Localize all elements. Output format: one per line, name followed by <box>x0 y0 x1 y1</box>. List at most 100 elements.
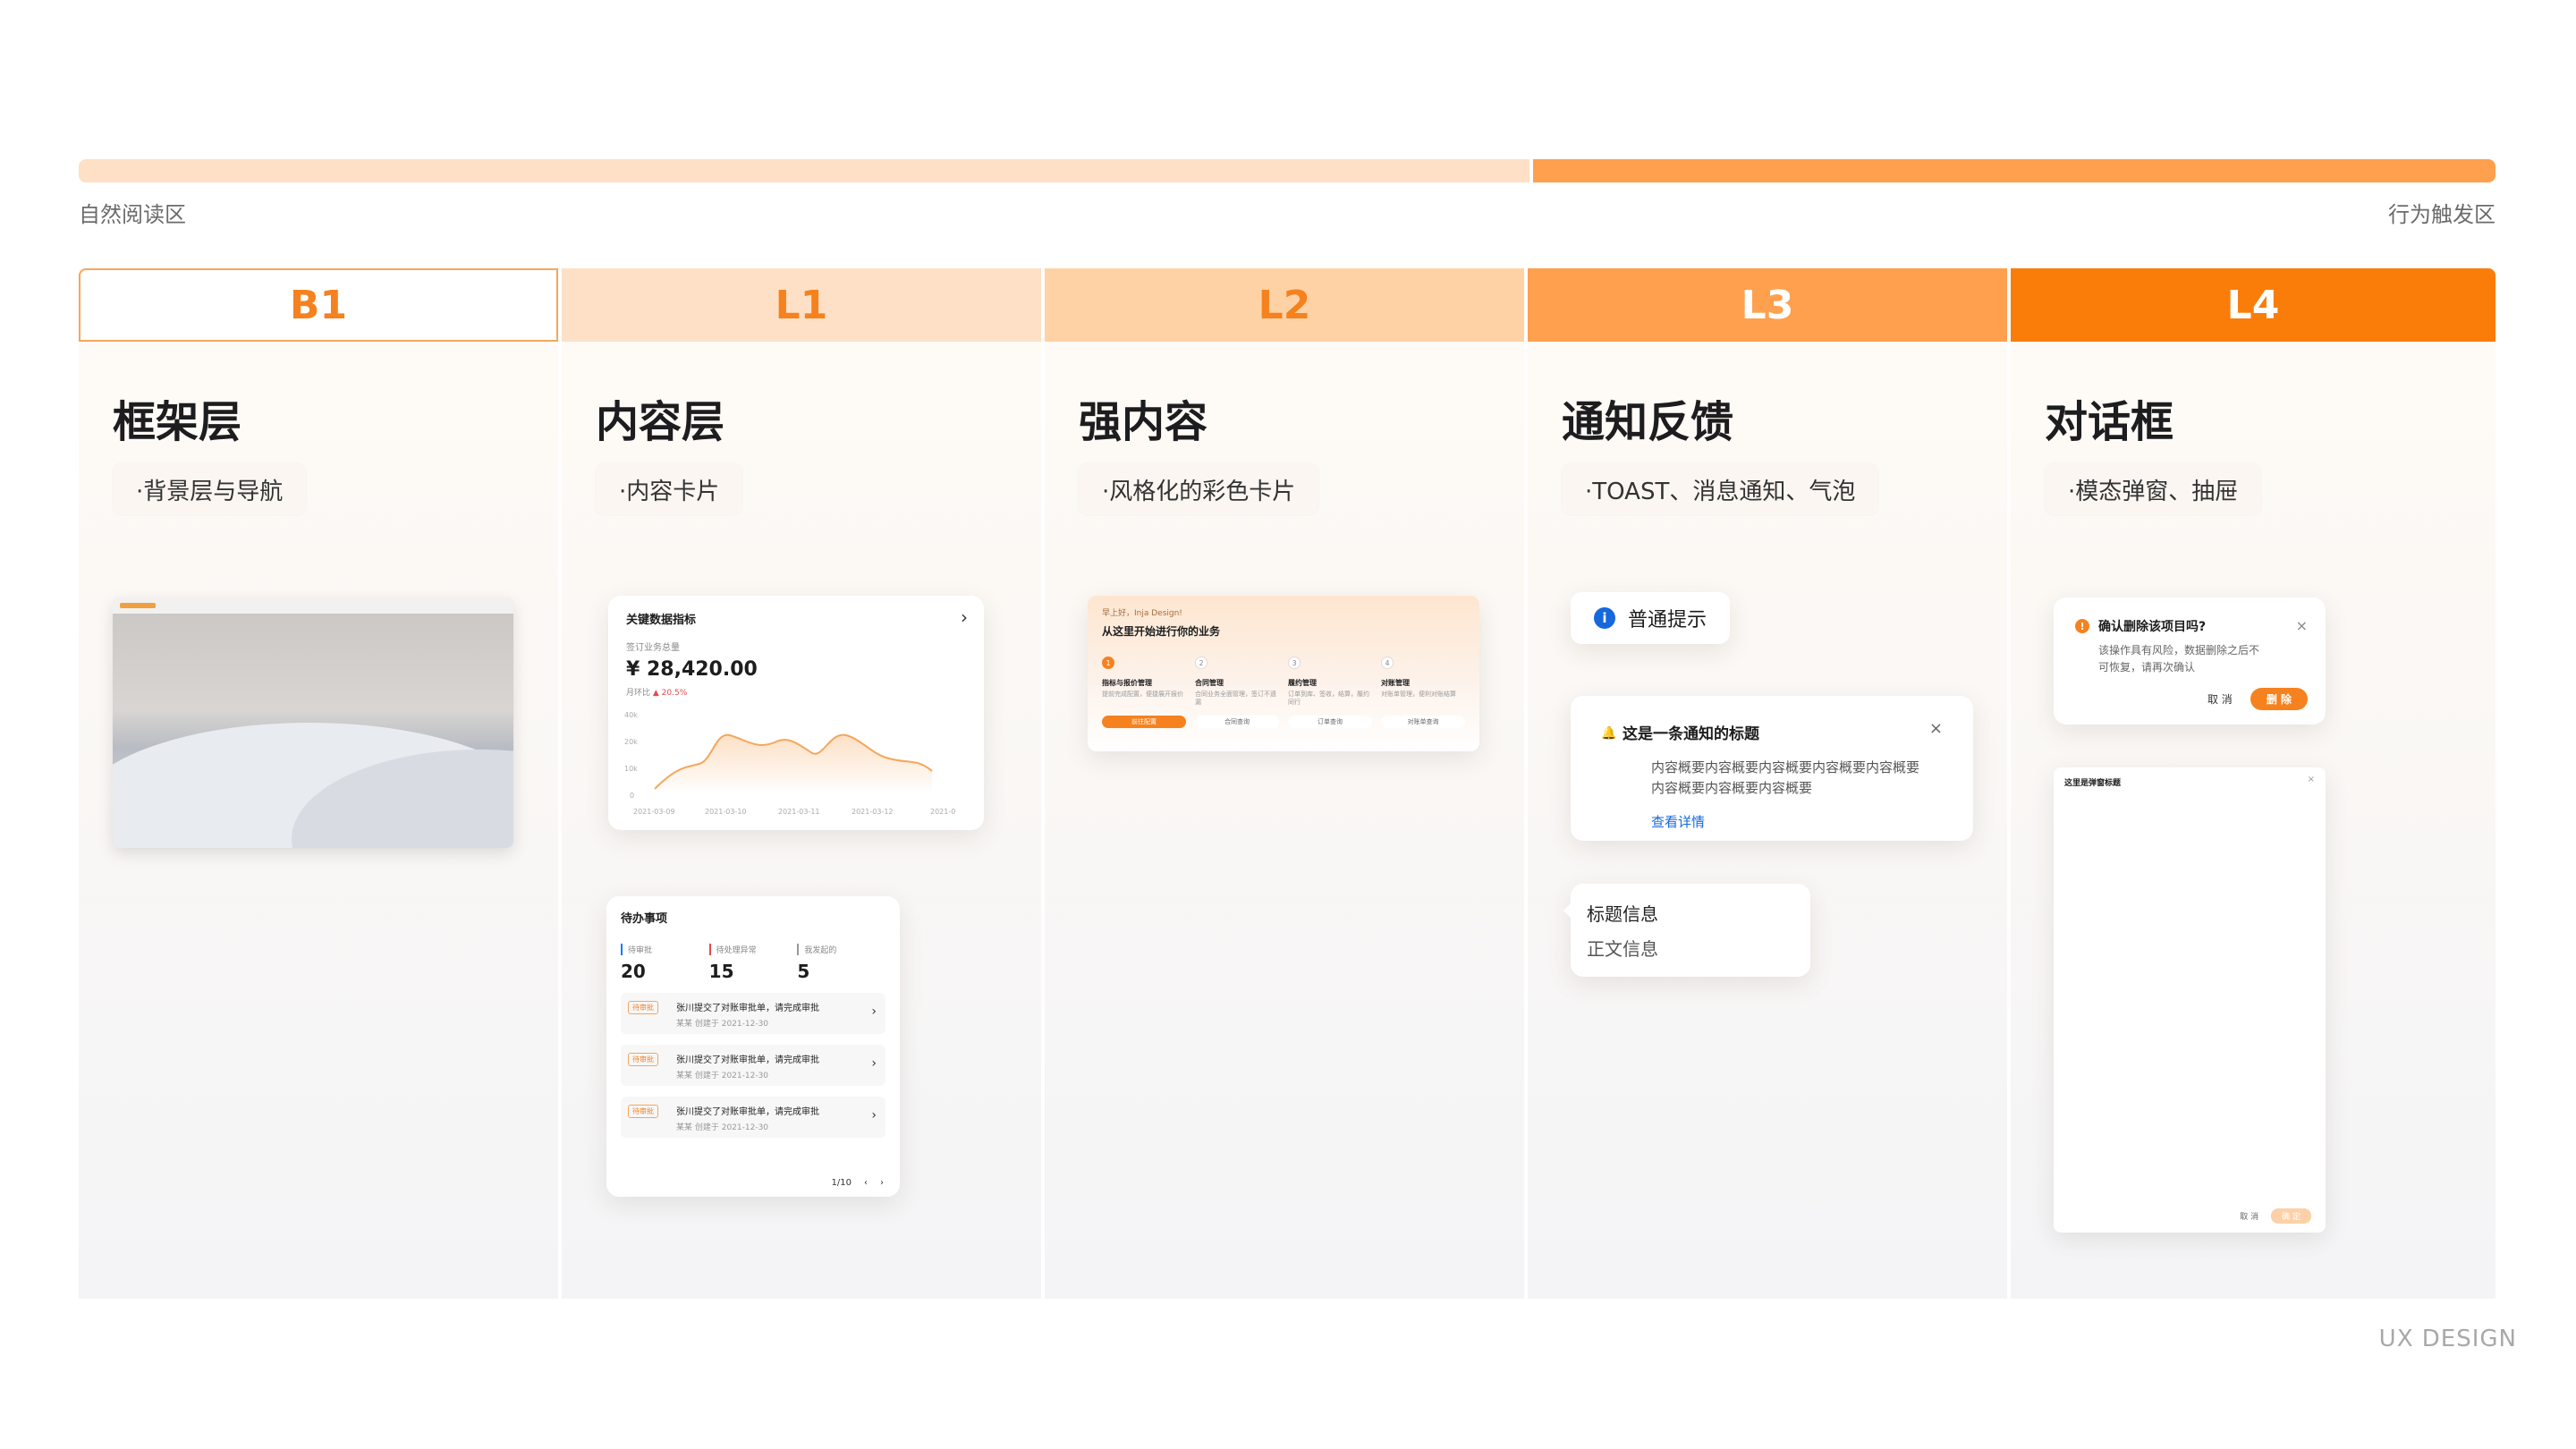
item-title: 张川提交了对账审批单，请完成审批 <box>676 1055 819 1065</box>
chevron-right-icon: › <box>871 1108 877 1123</box>
step-desc: 提前完成配置，便捷展开报价 <box>1102 691 1183 698</box>
popover-bubble: 标题信息 正文信息 <box>1563 884 1810 977</box>
todo-stats: 待审批 20 待处理异常 15 我发起的 5 <box>621 944 886 982</box>
column-l2: L2 强内容 ·风格化的彩色卡片 早上好，Inja Design! 从这里开始进… <box>1045 268 1524 1299</box>
step-title: 履约管理 <box>1288 679 1317 687</box>
step-button[interactable]: 前往配置 <box>1102 716 1186 729</box>
list-item[interactable]: 待审批 张川提交了对账审批单，请完成审批 某某 创建于 2021-12-30 › <box>621 1097 886 1138</box>
modal-footer: 取 消 删 除 <box>2207 688 2308 710</box>
status-badge: 待审批 <box>628 1001 658 1014</box>
chevron-left-icon[interactable]: ‹ <box>864 1178 868 1188</box>
zone-right-label: 行为触发区 <box>2388 202 2496 227</box>
footer-brand: UX DESIGN <box>2378 1326 2517 1352</box>
close-icon[interactable]: × <box>2308 775 2315 784</box>
promo-card: 早上好，Inja Design! 从这里开始进行你的业务 1 指标与报价管理提前完… <box>1088 596 1479 751</box>
natural-reading-zone-bar <box>79 159 1530 182</box>
notification-title: 这是一条通知的标题 <box>1623 725 1759 743</box>
column-head-l1: L1 <box>562 268 1041 342</box>
metric-card-title: 关键数据指标 <box>626 614 697 627</box>
y-tick: 40k <box>624 711 638 719</box>
info-icon: i <box>1594 607 1615 629</box>
cancel-button[interactable]: 取 消 <box>2240 1210 2258 1222</box>
step-desc: 订单到库、签收，结算，履约同行 <box>1288 691 1369 707</box>
promo-greeting: 早上好，Inja Design! <box>1102 609 1182 618</box>
close-icon[interactable]: × <box>2296 617 2308 634</box>
step-button[interactable]: 合同查询 <box>1195 716 1279 729</box>
column-head-l2: L2 <box>1045 268 1524 342</box>
column-chip-l1: ·内容卡片 <box>596 463 743 515</box>
column-l3: L3 通知反馈 ·TOAST、消息通知、气泡 i 普通提示 🔔 这是一条通知的标题… <box>1528 268 2007 1299</box>
bubble-title: 标题信息 <box>1587 903 1658 925</box>
item-title: 张川提交了对账审批单，请完成审批 <box>676 1107 819 1117</box>
confirm-modal: ! 确认删除该项目吗? × 该操作具有风险，数据删除之后不 可恢复，请再次确认 取 … <box>2054 597 2326 724</box>
promo-step: 2 合同管理合同业务全面管理，签订不遗漏 <box>1195 657 1279 707</box>
zone-left-label: 自然阅读区 <box>79 202 186 227</box>
list-item[interactable]: 待审批 张川提交了对账审批单，请完成审批 某某 创建于 2021-12-30 › <box>621 1045 886 1086</box>
notification-header: 🔔 这是一条通知的标题 <box>1596 721 1948 743</box>
column-chip-l4: ·模态弹窗、抽屉 <box>2045 463 2262 515</box>
chevron-right-icon[interactable]: › <box>880 1178 884 1188</box>
column-l4: L4 对话框 ·模态弹窗、抽屉 ! 确认删除该项目吗? × 该操作具有风险，数据删… <box>2011 268 2496 1299</box>
warning-icon: ! <box>2075 619 2089 633</box>
delete-button[interactable]: 删 除 <box>2250 688 2308 710</box>
promo-headline: 从这里开始进行你的业务 <box>1102 625 1221 638</box>
step-desc: 合同业务全面管理，签订不遗漏 <box>1195 691 1276 707</box>
x-tick: 2021-03-10 <box>705 808 747 816</box>
metric-value: ¥ 28,420.00 <box>626 658 758 681</box>
step-number: 2 <box>1195 657 1208 669</box>
y-tick: 0 <box>630 792 634 800</box>
modal-body-line: 可恢复，请再次确认 <box>2098 660 2196 674</box>
metric-label: 签订业务总量 <box>626 643 680 653</box>
chevron-right-icon[interactable]: › <box>961 606 968 628</box>
canvas: 自然阅读区 行为触发区 B1 框架层 ·背景层与导航 L1 内容层 ·内容卡片 … <box>0 0 2576 1449</box>
item-subtitle: 某某 创建于 2021-12-30 <box>676 1072 769 1080</box>
todo-stat[interactable]: 待处理异常 15 <box>708 944 798 982</box>
todo-stat[interactable]: 我发起的 5 <box>797 944 886 982</box>
step-title: 指标与报价管理 <box>1102 679 1152 687</box>
notification: 🔔 这是一条通知的标题 × 内容概要内容概要内容概要内容概要内容概要 内容概要内容概… <box>1571 696 1973 841</box>
toast: i 普通提示 <box>1571 592 1731 644</box>
item-subtitle: 某某 创建于 2021-12-30 <box>676 1123 769 1132</box>
background-frame-preview <box>113 597 513 848</box>
step-title: 合同管理 <box>1195 679 1224 687</box>
modal-title: 确认删除该项目吗? <box>2098 620 2207 634</box>
column-title-l3: 通知反馈 <box>1562 397 1734 447</box>
column-title-l2: 强内容 <box>1079 397 1208 447</box>
view-details-link[interactable]: 查看详情 <box>1596 812 1948 831</box>
pager: 1/10 ‹ › <box>832 1178 884 1188</box>
bubble-body: 正文信息 <box>1587 938 1658 960</box>
step-desc: 对账单管理，便利对账结算 <box>1381 691 1456 698</box>
stat-label: 待处理异常 <box>708 944 798 955</box>
x-tick: 2021-03-09 <box>633 808 675 816</box>
notification-body-line: 内容概要内容概要内容概要内容概要内容概要 <box>1651 759 1920 775</box>
promo-step: 3 履约管理订单到库、签收，结算，履约同行 <box>1288 657 1372 707</box>
step-number: 3 <box>1288 657 1301 669</box>
step-button[interactable]: 订单查询 <box>1288 716 1372 729</box>
cancel-button[interactable]: 取 消 <box>2207 691 2233 707</box>
frame-topbar <box>113 597 513 614</box>
stat-label: 待审批 <box>621 944 709 955</box>
column-b1: B1 框架层 ·背景层与导航 <box>79 268 558 1299</box>
chevron-right-icon: › <box>871 1056 877 1071</box>
column-head-l4: L4 <box>2011 268 2496 342</box>
confirm-button[interactable]: 确 定 <box>2271 1208 2311 1224</box>
stat-value: 15 <box>708 961 734 982</box>
modal-body-line: 该操作具有风险，数据删除之后不 <box>2098 644 2260 657</box>
column-head-b1: B1 <box>79 268 558 342</box>
stat-label: 我发起的 <box>797 944 886 955</box>
step-number: 1 <box>1102 657 1114 669</box>
zone-gradient-bar <box>79 159 2496 182</box>
metric-compare: 月环比 ▲ 20.5% <box>626 686 966 698</box>
column-title-l4: 对话框 <box>2045 397 2174 447</box>
todo-stat[interactable]: 待审批 20 <box>621 944 709 982</box>
y-tick: 10k <box>624 765 638 773</box>
compare-label: 月环比 <box>626 689 651 698</box>
drawer-title: 这里是弹窗标题 <box>2064 779 2122 788</box>
metric-card[interactable]: 关键数据指标 › 签订业务总量 ¥ 28,420.00 月环比 ▲ 20.5% … <box>608 596 984 830</box>
close-icon[interactable]: × <box>1929 719 1943 738</box>
step-button[interactable]: 对账单查询 <box>1381 716 1465 729</box>
list-item[interactable]: 待审批 张川提交了对账审批单，请完成审批 某某 创建于 2021-12-30 › <box>621 993 886 1034</box>
status-badge: 待审批 <box>628 1105 658 1118</box>
todo-card: 待办事项 待审批 20 待处理异常 15 我发起的 5 待审批 张川提交了对账审批单，请… <box>606 896 900 1197</box>
status-badge: 待审批 <box>628 1053 658 1066</box>
